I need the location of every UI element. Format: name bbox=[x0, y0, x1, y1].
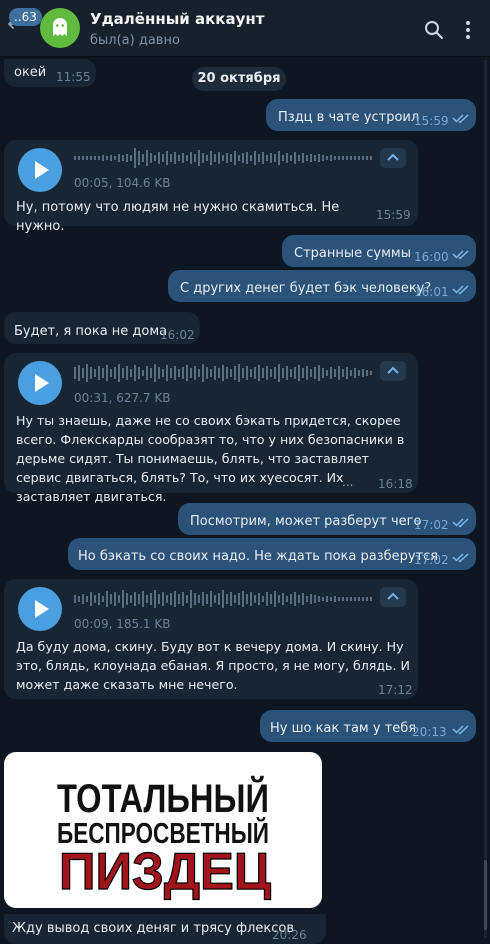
message-incoming[interactable]: окей 11:55 bbox=[4, 59, 96, 87]
chevron-up-icon bbox=[387, 366, 399, 374]
message-time: 20:13 bbox=[412, 725, 447, 739]
message-time: 17:12 bbox=[378, 683, 413, 697]
chevron-up-icon bbox=[387, 153, 399, 161]
play-button[interactable] bbox=[18, 361, 62, 405]
voice-waveform[interactable] bbox=[74, 146, 374, 170]
double-check-icon bbox=[452, 114, 469, 124]
double-check-icon bbox=[452, 553, 469, 563]
message-time: 11:55 bbox=[56, 70, 91, 84]
ghost-icon bbox=[53, 18, 67, 36]
collapse-transcript-button[interactable] bbox=[380, 587, 406, 607]
avatar[interactable] bbox=[40, 8, 80, 48]
play-icon bbox=[35, 374, 49, 392]
meme-image: ТОТАЛЬНЫЙ БЕСПРОСВЕТНЫЙ ПИЗДЕЦ bbox=[57, 775, 272, 902]
message-text: С других денег будет бэк человеку? bbox=[180, 281, 432, 296]
voice-message[interactable]: 00:05, 104.6 KB Ну, потому что людям не … bbox=[4, 140, 418, 234]
message-text: Посмотрим, может разберут чего bbox=[190, 514, 422, 529]
voice-transcript: Да буду дома, скину. Буду вот к вечеру д… bbox=[16, 639, 410, 692]
play-button[interactable] bbox=[18, 587, 62, 631]
message-time: 15:59 bbox=[414, 114, 449, 128]
message-time: 17:02 bbox=[414, 553, 449, 567]
voice-meta: 00:31, 627.7 KB bbox=[74, 391, 171, 405]
date-separator: 20 октября bbox=[192, 67, 286, 91]
voice-waveform[interactable] bbox=[74, 587, 374, 611]
message-text: окей bbox=[14, 65, 47, 80]
double-check-icon bbox=[452, 250, 469, 260]
play-button[interactable] bbox=[18, 148, 62, 192]
voice-waveform[interactable] bbox=[74, 361, 374, 385]
search-icon[interactable] bbox=[424, 20, 444, 40]
message-text: Но бэкать со своих надо. Не ждать пока р… bbox=[78, 549, 439, 564]
voice-meta: 00:05, 104.6 KB bbox=[74, 176, 171, 190]
play-icon bbox=[35, 161, 49, 179]
message-outgoing[interactable]: Странные суммы 16:00 bbox=[282, 235, 476, 267]
transcript-more[interactable]: ... bbox=[342, 473, 353, 492]
message-time: 16:01 bbox=[414, 285, 449, 299]
meme-line-1: ТОТАЛЬНЫЙ bbox=[57, 775, 269, 821]
play-icon bbox=[35, 600, 49, 618]
message-incoming[interactable]: Будет, я пока не дома 16:02 bbox=[4, 312, 200, 344]
voice-message[interactable]: 00:09, 185.1 KB Да буду дома, скину. Буд… bbox=[4, 579, 418, 699]
contact-name[interactable]: Удалённый аккаунт bbox=[90, 10, 264, 28]
collapse-transcript-button[interactable] bbox=[380, 361, 406, 381]
unread-badge: ..63 bbox=[9, 8, 42, 26]
message-text: Будет, я пока не дома bbox=[14, 324, 168, 339]
message-outgoing[interactable]: С других денег будет бэк человеку? 16:01 bbox=[168, 270, 476, 302]
voice-meta: 00:09, 185.1 KB bbox=[74, 617, 171, 631]
meme-line-3: ПИЗДЕЦ bbox=[59, 843, 271, 901]
message-time: 20:26 bbox=[272, 928, 307, 942]
message-text: Странные суммы bbox=[294, 246, 411, 261]
image-caption: Жду вывод своих деняг и трясу флексов bbox=[12, 921, 295, 936]
message-time: 16:02 bbox=[160, 328, 195, 342]
message-text: Ну шо как там у тебя bbox=[270, 721, 417, 736]
message-outgoing[interactable]: Пздц в чате устроил 15:59 bbox=[266, 99, 476, 131]
chat-header: ..63 Удалённый аккаунт был(а) давно bbox=[0, 0, 490, 57]
message-time: 16:00 bbox=[414, 250, 449, 264]
message-outgoing[interactable]: Посмотрим, может разберут чего 17:02 bbox=[178, 503, 476, 535]
voice-message[interactable]: 00:31, 627.7 KB Ну ты знаешь, даже не со… bbox=[4, 353, 418, 504]
contact-status: был(а) давно bbox=[90, 33, 180, 48]
message-text: Пздц в чате устроил bbox=[278, 110, 420, 125]
chevron-up-icon bbox=[387, 592, 399, 600]
scrollbar-thumb[interactable] bbox=[484, 860, 487, 930]
double-check-icon bbox=[452, 518, 469, 528]
collapse-transcript-button[interactable] bbox=[380, 148, 406, 168]
double-check-icon bbox=[452, 725, 469, 735]
message-outgoing[interactable]: Но бэкать со своих надо. Не ждать пока р… bbox=[68, 538, 476, 570]
image-caption-bubble[interactable]: Жду вывод своих деняг и трясу флексов 20… bbox=[4, 914, 326, 944]
message-time: 15:59 bbox=[376, 208, 411, 222]
more-vertical-icon[interactable] bbox=[462, 20, 474, 40]
double-check-icon bbox=[452, 285, 469, 295]
voice-transcript: Ну, потому что людям не нужно скамиться.… bbox=[16, 200, 340, 234]
message-time: 17:02 bbox=[414, 518, 449, 532]
chat-scrollbar[interactable] bbox=[484, 60, 487, 938]
image-message[interactable]: ТОТАЛЬНЫЙ БЕСПРОСВЕТНЫЙ ПИЗДЕЦ bbox=[4, 752, 322, 908]
message-outgoing[interactable]: Ну шо как там у тебя 20:13 bbox=[260, 710, 476, 742]
message-time: 16:18 bbox=[378, 477, 413, 491]
